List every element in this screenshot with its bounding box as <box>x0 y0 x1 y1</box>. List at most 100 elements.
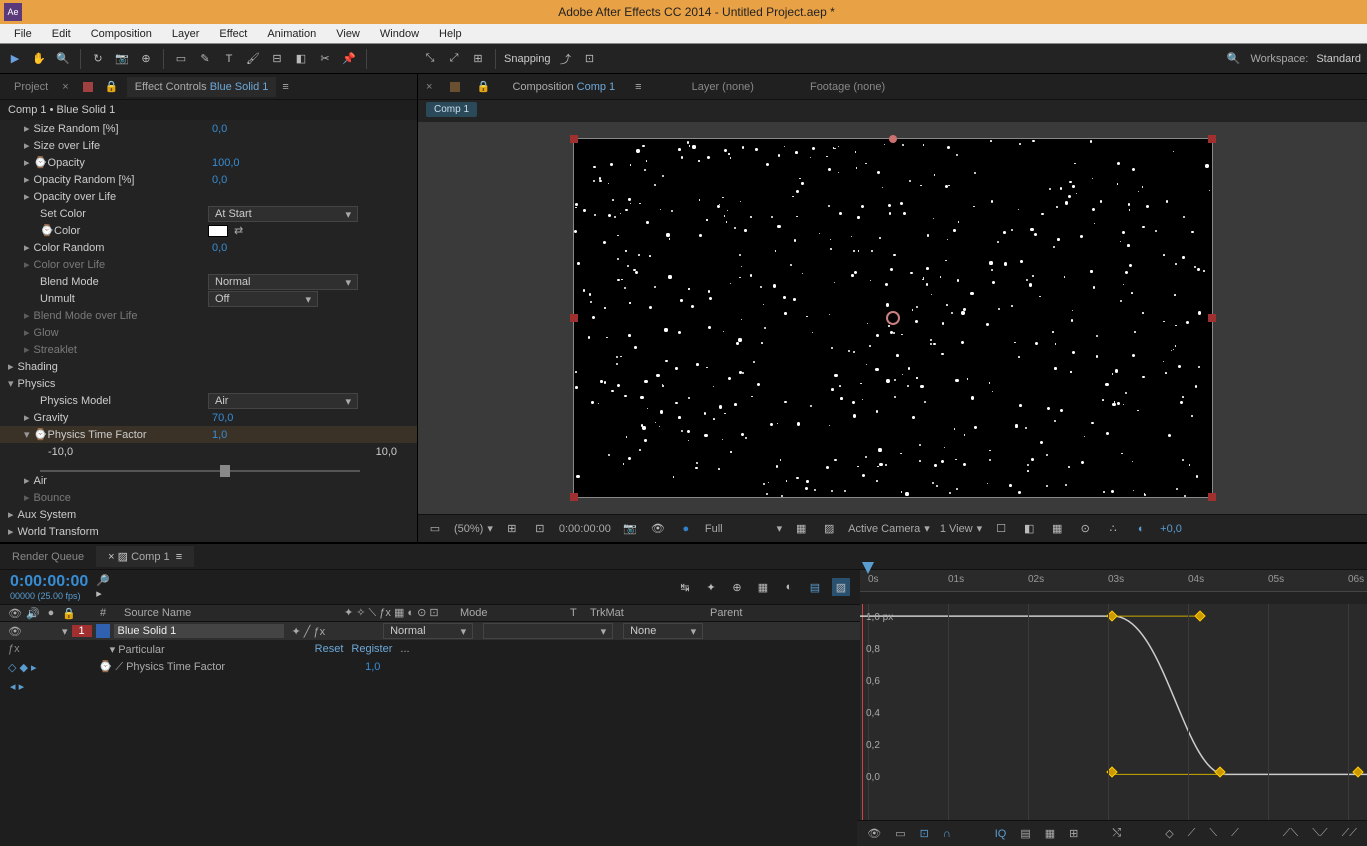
ge-icon[interactable]: ▭ <box>895 827 905 840</box>
menu-layer[interactable]: Layer <box>162 28 210 40</box>
property-row[interactable]: Set ColorAt Start <box>0 205 417 222</box>
selection-tool-icon[interactable]: ▶ <box>6 50 24 68</box>
close-icon[interactable]: × <box>426 81 432 93</box>
ge-icon[interactable]: ⟋ <box>1188 827 1196 840</box>
current-timecode[interactable]: 0:00:00:00 <box>10 573 88 591</box>
property-row[interactable]: ▸Glow <box>0 324 417 341</box>
ge-icon[interactable]: ⤭ <box>1112 827 1121 840</box>
views-dropdown[interactable]: 1 View ▾ <box>940 522 982 535</box>
ge-icon[interactable]: ⟍ <box>1209 827 1217 840</box>
workspace-value[interactable]: Standard <box>1316 53 1361 65</box>
show-snapshot-icon[interactable]: 👁 <box>649 520 667 538</box>
speaker-icon[interactable]: 🔊 <box>26 607 40 620</box>
channel-icon[interactable]: ● <box>677 520 695 538</box>
tab-render-queue[interactable]: Render Queue <box>0 547 96 567</box>
tl-opt-icon[interactable]: ◐ <box>780 578 798 596</box>
hand-tool-icon[interactable]: ✋ <box>30 50 48 68</box>
opt4-icon[interactable]: ⊙ <box>1076 520 1094 538</box>
search-icon[interactable]: 🔎▸ <box>96 578 114 596</box>
property-row[interactable]: ▸Air <box>0 472 417 489</box>
tl-opt-icon[interactable]: ⊕ <box>728 578 746 596</box>
zoom-dropdown[interactable]: (50%) ▾ <box>454 522 493 535</box>
menu-help[interactable]: Help <box>429 28 472 40</box>
ge-icon[interactable]: ∩ <box>943 828 951 840</box>
property-row[interactable]: ▸Streaklet <box>0 341 417 358</box>
property-row[interactable]: ▸Opacity over Life <box>0 188 417 205</box>
solo-icon[interactable]: ● <box>44 607 58 620</box>
rect-tool-icon[interactable]: ▭ <box>172 50 190 68</box>
mode-dropdown[interactable]: Normal <box>383 623 473 639</box>
pen-tool-icon[interactable]: ✎ <box>196 50 214 68</box>
lock-icon[interactable]: 🔒 <box>103 78 121 96</box>
opt1-icon[interactable]: ☐ <box>992 520 1010 538</box>
property-row[interactable]: ▸Color over Life <box>0 256 417 273</box>
property-row[interactable]: ▸Color Random0,0 <box>0 239 417 256</box>
transform-handle[interactable] <box>1208 493 1216 501</box>
property-row[interactable]: ▸Opacity Random [%]0,0 <box>0 171 417 188</box>
tab-timeline-comp[interactable]: × ▨ Comp 1 ≡ <box>96 546 194 567</box>
reset-link[interactable]: Reset <box>315 643 344 655</box>
transform-handle[interactable] <box>1208 314 1216 322</box>
parent-dropdown[interactable]: None <box>623 623 703 639</box>
lock-icon[interactable]: 🔒 <box>474 78 492 96</box>
property-row[interactable]: ▸Aux System <box>0 506 417 523</box>
camera-tool-icon[interactable]: 📷 <box>113 50 131 68</box>
puppet-tool-icon[interactable]: 📌 <box>340 50 358 68</box>
property-row[interactable]: ▸⌚Opacity100,0 <box>0 154 417 171</box>
layer-row[interactable]: 👁 ▾ 1 Blue Solid 1 ✦ ╱ ƒx Normal None <box>0 622 860 640</box>
menu-window[interactable]: Window <box>370 28 429 40</box>
exposure-icon[interactable]: ◐ <box>1132 520 1150 538</box>
property-row[interactable]: ▸Size Random [%]0,0 <box>0 120 417 137</box>
exposure-value[interactable]: +0,0 <box>1160 523 1182 535</box>
axis-z-icon[interactable]: ⊞ <box>469 50 487 68</box>
comp-subtab[interactable]: Comp 1 <box>426 102 477 117</box>
magnify-icon[interactable]: ▭ <box>426 520 444 538</box>
transform-handle[interactable] <box>570 135 578 143</box>
zoom-tool-icon[interactable]: 🔍 <box>54 50 72 68</box>
current-time[interactable]: 0:00:00:00 <box>559 523 611 535</box>
snapping-label[interactable]: Snapping <box>504 53 551 65</box>
property-row[interactable]: ▸Size over Life <box>0 137 417 154</box>
axis-x-icon[interactable]: ⤡ <box>421 50 439 68</box>
opt2-icon[interactable]: ◧ <box>1020 520 1038 538</box>
register-link[interactable]: Register <box>351 643 392 655</box>
ge-icon[interactable]: ◇ <box>1165 827 1173 840</box>
panel-menu-icon[interactable]: ≡ <box>282 81 288 93</box>
menu-view[interactable]: View <box>326 28 370 40</box>
resolution-dropdown[interactable]: Full ▾ <box>705 522 782 535</box>
property-row[interactable]: ▸Gravity70,0 <box>0 409 417 426</box>
graph-editor[interactable]: 1,0 px0,80,60,40,20,0 <box>860 604 1367 820</box>
roi-icon[interactable]: ⊡ <box>531 520 549 538</box>
ge-icon[interactable]: ▤ <box>1020 827 1030 840</box>
close-icon[interactable]: × <box>62 81 68 93</box>
tl-opt-icon[interactable]: ↹ <box>676 578 694 596</box>
grid-icon[interactable]: ▦ <box>792 520 810 538</box>
property-row[interactable]: ▾⌚Physics Time Factor1,0 <box>0 426 417 443</box>
opt5-icon[interactable]: ∴ <box>1104 520 1122 538</box>
ge-icon[interactable]: ⟋ <box>1231 827 1239 840</box>
camera-dropdown[interactable]: Active Camera ▾ <box>848 522 930 535</box>
property-row[interactable]: ▸Blend Mode over Life <box>0 307 417 324</box>
property-row[interactable]: Physics ModelAir <box>0 392 417 409</box>
rotate-tool-icon[interactable]: ↻ <box>89 50 107 68</box>
property-row[interactable]: ▸World Transform <box>0 523 417 540</box>
ge-icon[interactable]: ⟍⟋ <box>1312 827 1327 840</box>
composition-viewer[interactable] <box>418 122 1367 514</box>
property-value[interactable]: 1,0 <box>365 661 380 673</box>
property-row[interactable]: ◇ ◆ ▸ ⌚ ⟋ Physics Time Factor 1,0 <box>0 658 860 676</box>
anchor-point-icon[interactable] <box>886 311 900 325</box>
ge-icon[interactable]: ⊡ <box>920 827 929 840</box>
menu-effect[interactable]: Effect <box>209 28 257 40</box>
mask-icon[interactable]: ▨ <box>820 520 838 538</box>
search-icon[interactable]: 🔍 <box>1224 50 1242 68</box>
tl-opt-icon[interactable]: ▦ <box>754 578 772 596</box>
trkmat-dropdown[interactable] <box>483 623 613 639</box>
property-row[interactable]: Blend ModeNormal <box>0 273 417 290</box>
tl-opt-icon[interactable]: ✦ <box>702 578 720 596</box>
ge-icon[interactable]: ⊞ <box>1069 827 1078 840</box>
more-link[interactable]: ... <box>400 643 409 655</box>
ge-icon[interactable]: IQ <box>995 828 1007 840</box>
property-row[interactable]: ▸Shading <box>0 358 417 375</box>
rotation-handle[interactable] <box>889 135 897 143</box>
lock-icon[interactable]: 🔒 <box>62 607 76 620</box>
